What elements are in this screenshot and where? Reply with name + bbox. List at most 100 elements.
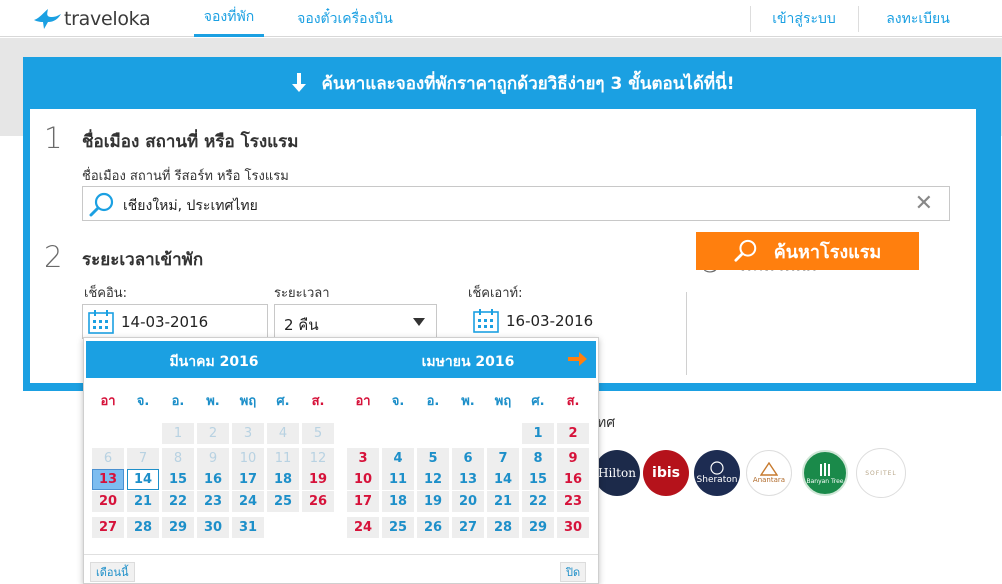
checkin-date-field[interactable]: 14-03-2016 [82,304,268,339]
register-link[interactable]: ลงทะเบียน [866,0,970,37]
calendar-day[interactable]: 8 [162,448,194,469]
calendar-day[interactable]: 25 [382,517,414,538]
calendar-day[interactable]: 18 [267,469,299,490]
calendar-day[interactable]: 14 [487,469,519,490]
calendar-month-title: มีนาคม 2016 [169,354,259,370]
calendar-day[interactable]: 12 [417,469,449,490]
bird-logo-icon [34,9,61,29]
calendar-day[interactable]: 19 [417,491,449,512]
weekday-header: พ. [206,394,220,409]
this-month-button[interactable]: เดือนนี้ [90,562,135,582]
calendar-day[interactable]: 28 [127,517,159,538]
calendar-day[interactable]: 8 [522,448,554,469]
tab-hotel[interactable]: จองที่พัก [194,0,264,37]
calendar-day[interactable]: 4 [267,423,299,444]
calendar-day[interactable]: 4 [382,448,414,469]
calendar-day[interactable]: 22 [162,491,194,512]
date-picker-calendar: มีนาคม 2016 เมษายน 2016 อา จ. อ. พ. พฤ ศ. ส. 1 2… [83,337,599,584]
calendar-day[interactable]: 17 [232,469,264,490]
weekday-header: อา [355,394,371,409]
calendar-day[interactable]: 31 [232,517,264,538]
tab-flight[interactable]: จองตั๋วเครื่องบิน [285,0,405,37]
calendar-footer-divider [84,554,598,555]
calendar-day[interactable]: 21 [487,491,519,512]
calendar-day[interactable]: 2 [557,423,589,444]
checkout-date-field[interactable]: 16-03-2016 [468,304,658,339]
calendar-day[interactable]: 10 [232,448,264,469]
calendar-day[interactable]: 24 [232,491,264,512]
calendar-day[interactable]: 13 [92,469,124,490]
weekday-header: ส. [566,394,580,409]
ibis-logo[interactable]: ibis [643,450,689,496]
ibis-logo-text: ibis [652,465,680,481]
calendar-day[interactable]: 27 [452,517,484,538]
calendar-day[interactable]: 29 [522,517,554,538]
calendar-day[interactable]: 1 [162,423,194,444]
calendar-day[interactable]: 15 [162,469,194,490]
calendar-day[interactable]: 6 [452,448,484,469]
calendar-day[interactable]: 7 [487,448,519,469]
calendar-day[interactable]: 3 [347,448,379,469]
duration-select[interactable]: 2 คืน [274,304,437,339]
anantara-logo[interactable]: Anantara [746,450,792,496]
traveloka-logo[interactable]: traveloka [32,7,151,31]
destination-input[interactable]: เชียงใหม่, ประเทศไทย ✕ [82,186,950,221]
calendar-day[interactable]: 16 [197,469,229,490]
calendar-day[interactable]: 27 [92,517,124,538]
sofitel-logo-text: SOFITEL [865,469,897,477]
calendar-day[interactable]: 17 [347,491,379,512]
calendar-day[interactable]: 3 [232,423,264,444]
calendar-day[interactable]: 14 [127,469,159,490]
banyan-tree-logo[interactable]: Banyan Tree [802,450,848,496]
duration-value: 2 คืน [284,316,319,334]
calendar-day[interactable]: 16 [557,469,589,490]
calendar-day[interactable]: 20 [92,491,124,512]
calendar-day[interactable]: 24 [347,517,379,538]
calendar-day[interactable]: 2 [197,423,229,444]
calendar-day[interactable]: 11 [267,448,299,469]
calendar-day[interactable]: 9 [557,448,589,469]
calendar-day[interactable]: 23 [197,491,229,512]
search-hotels-button[interactable]: ค้นหาโรงแรม [696,232,919,270]
weekday-header: จ. [136,394,150,409]
top-navbar: traveloka จองที่พัก จองตั๋วเครื่องบิน เข… [0,0,1002,37]
calendar-day[interactable]: 10 [347,469,379,490]
checkin-label: เช็คอิน: [84,286,128,301]
calendar-day[interactable]: 11 [382,469,414,490]
close-calendar-button[interactable]: ปิด [560,562,587,582]
calendar-day[interactable]: 30 [197,517,229,538]
calendar-day[interactable]: 26 [302,491,334,512]
sheraton-logo[interactable]: Sheraton [694,450,740,496]
calendar-day[interactable]: 22 [522,491,554,512]
calendar-day[interactable]: 9 [197,448,229,469]
calendar-day[interactable]: 13 [452,469,484,490]
calendar-day[interactable]: 23 [557,491,589,512]
calendar-day[interactable]: 15 [522,469,554,490]
checkout-date-value: 16-03-2016 [506,312,594,330]
calendar-day[interactable]: 12 [302,448,334,469]
clear-icon[interactable]: ✕ [915,191,933,216]
calendar-day[interactable]: 7 [127,448,159,469]
calendar-month-title: เมษายน 2016 [421,354,515,370]
hilton-logo[interactable]: Hilton [594,450,640,496]
calendar-day[interactable]: 29 [162,517,194,538]
calendar-day[interactable]: 6 [92,448,124,469]
calendar-day[interactable]: 20 [452,491,484,512]
calendar-day[interactable]: 25 [267,491,299,512]
calendar-day[interactable]: 18 [382,491,414,512]
calendar-day[interactable]: 21 [127,491,159,512]
calendar-day[interactable]: 26 [417,517,449,538]
sofitel-logo[interactable]: SOFITEL [856,448,906,498]
calendar-day[interactable]: 1 [522,423,554,444]
calendar-day[interactable]: 19 [302,469,334,490]
calendar-day[interactable]: 30 [557,517,589,538]
calendar-day[interactable]: 5 [417,448,449,469]
nav-separator [750,6,751,32]
arrow-right-icon[interactable] [566,348,588,370]
hilton-logo-text: Hilton [598,466,636,480]
login-link[interactable]: เข้าสู่ระบบ [758,0,850,37]
weekday-header: พฤ [494,394,512,409]
calendar-day[interactable]: 28 [487,517,519,538]
weekday-header: พ. [461,394,475,409]
calendar-day[interactable]: 5 [302,423,334,444]
